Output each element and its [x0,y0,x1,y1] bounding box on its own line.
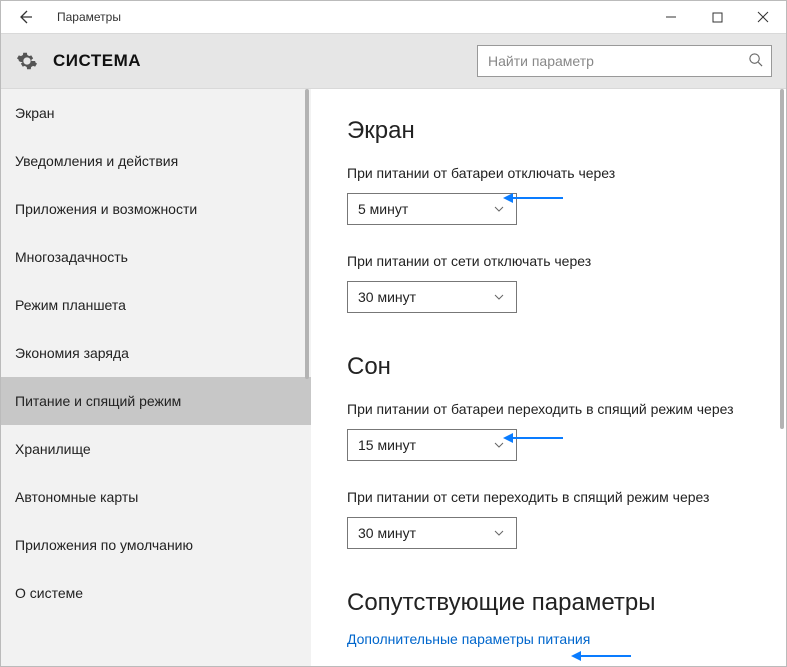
sidebar-item-display[interactable]: Экран [1,89,311,137]
sidebar-item-tablet-mode[interactable]: Режим планшета [1,281,311,329]
sidebar-item-label: О системе [15,585,83,601]
sidebar-scrollbar[interactable] [297,89,311,666]
sidebar-item-offline-maps[interactable]: Автономные карты [1,473,311,521]
back-button[interactable] [1,1,49,33]
sleep-ac-select[interactable]: 30 минут [347,517,517,549]
sidebar-item-default-apps[interactable]: Приложения по умолчанию [1,521,311,569]
sleep-ac-value: 30 минут [358,525,416,541]
additional-power-settings-link[interactable]: Дополнительные параметры питания [347,631,756,647]
sidebar-item-label: Автономные карты [15,489,138,505]
annotation-arrow [571,649,631,663]
content-scrollbar[interactable] [772,89,786,666]
sidebar-item-notifications[interactable]: Уведомления и действия [1,137,311,185]
search-input[interactable]: Найти параметр [477,45,772,77]
gear-icon [15,49,39,73]
screen-battery-select[interactable]: 5 минут [347,193,517,225]
sleep-heading: Сон [347,353,756,381]
sleep-battery-label: При питании от батареи переходить в спящ… [347,401,756,417]
back-arrow-icon [17,9,33,25]
sidebar-item-apps[interactable]: Приложения и возможности [1,185,311,233]
sidebar-item-battery-saver[interactable]: Экономия заряда [1,329,311,377]
annotation-arrow [503,431,563,445]
minimize-icon [665,11,677,23]
close-icon [757,11,769,23]
sleep-ac-label: При питании от сети переходить в спящий … [347,489,756,505]
sidebar-item-label: Питание и спящий режим [15,393,181,409]
chevron-down-icon [492,290,506,304]
sidebar-item-label: Многозадачность [15,249,128,265]
titlebar: Параметры [1,1,786,33]
window-title: Параметры [49,10,121,24]
sidebar: Экран Уведомления и действия Приложения … [1,89,311,666]
content-area: Экран При питании от батареи отключать ч… [311,89,786,666]
sleep-battery-select[interactable]: 15 минут [347,429,517,461]
screen-ac-label: При питании от сети отключать через [347,253,756,269]
minimize-button[interactable] [648,1,694,33]
sidebar-item-about[interactable]: О системе [1,569,311,617]
screen-ac-value: 30 минут [358,289,416,305]
sidebar-item-label: Приложения по умолчанию [15,537,193,553]
chevron-down-icon [492,526,506,540]
sidebar-item-label: Хранилище [15,441,91,457]
sidebar-scrollbar-thumb[interactable] [305,89,309,379]
screen-battery-label: При питании от батареи отключать через [347,165,756,181]
sidebar-item-label: Приложения и возможности [15,201,197,217]
screen-battery-value: 5 минут [358,201,408,217]
related-heading: Сопутствующие параметры [347,589,756,617]
search-icon [748,52,763,70]
sidebar-item-multitasking[interactable]: Многозадачность [1,233,311,281]
sidebar-item-storage[interactable]: Хранилище [1,425,311,473]
maximize-button[interactable] [694,1,740,33]
annotation-arrow [503,191,563,205]
sidebar-item-label: Режим планшета [15,297,126,313]
search-placeholder: Найти параметр [488,53,748,69]
sidebar-item-power-sleep[interactable]: Питание и спящий режим [1,377,311,425]
sidebar-item-label: Уведомления и действия [15,153,178,169]
screen-heading: Экран [347,117,756,145]
content-scrollbar-thumb[interactable] [780,89,784,429]
screen-ac-select[interactable]: 30 минут [347,281,517,313]
sleep-battery-value: 15 минут [358,437,416,453]
header: СИСТЕМА Найти параметр [1,33,786,89]
sidebar-item-label: Экономия заряда [15,345,129,361]
close-button[interactable] [740,1,786,33]
maximize-icon [712,12,723,23]
section-title: СИСТЕМА [53,51,141,71]
sidebar-item-label: Экран [15,105,55,121]
